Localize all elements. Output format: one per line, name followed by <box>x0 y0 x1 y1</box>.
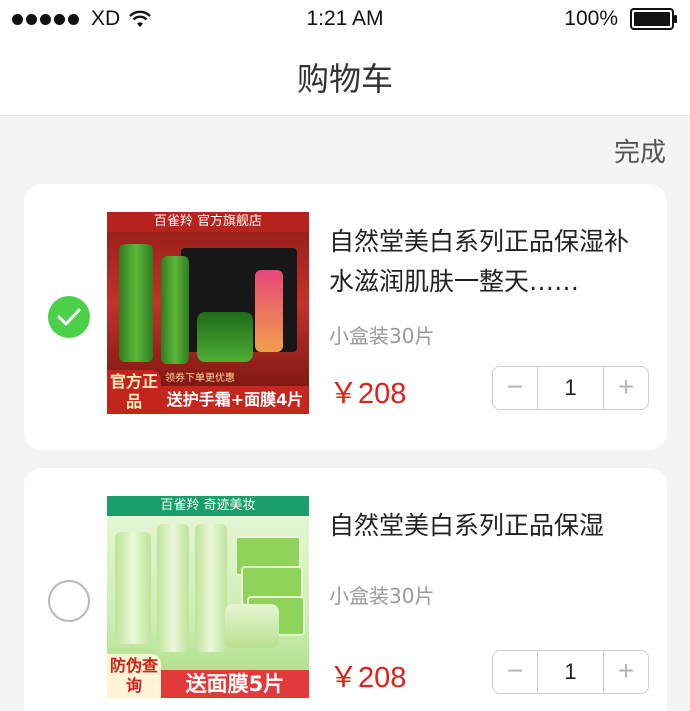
battery-percent: 100% <box>564 7 618 30</box>
increase-button[interactable]: + <box>604 651 648 693</box>
quantity-value[interactable]: 1 <box>537 367 604 409</box>
item-checkbox-checked[interactable] <box>48 296 90 338</box>
product-image[interactable]: 百雀羚 奇迹美妆 防伪查询 送面膜5片 <box>107 496 309 698</box>
bottle-graphic <box>161 256 189 364</box>
product-variant: 小盒装30片 <box>329 324 435 348</box>
store-banner: 百雀羚 官方旗舰店 <box>107 212 309 232</box>
promo-strip: 送面膜5片 <box>161 670 309 698</box>
navigation-bar: 购物车 <box>0 40 690 116</box>
battery-icon <box>630 8 677 30</box>
quantity-value[interactable]: 1 <box>537 651 604 693</box>
decrease-button[interactable]: − <box>493 651 537 693</box>
bottle-graphic <box>195 524 227 652</box>
product-price: ￥208 <box>329 378 407 410</box>
quantity-stepper: − 1 + <box>492 650 649 694</box>
checkmark-icon <box>57 308 81 326</box>
bottle-graphic <box>119 244 153 362</box>
anti-counterfeit-badge: 防伪查询 <box>107 654 161 698</box>
promo-strip: 送护手霜+面膜4片 <box>161 386 309 414</box>
product-variant: 小盒装30片 <box>329 584 435 608</box>
status-bar: XD 1:21 AM 100% <box>0 0 690 40</box>
tube-graphic <box>255 270 283 352</box>
product-title[interactable]: 自然堂美白系列正品保湿 <box>329 506 649 546</box>
done-button[interactable]: 完成 <box>614 132 666 169</box>
cart-item: 百雀羚 奇迹美妆 防伪查询 送面膜5片 自然堂美白系列正品保湿 小盒装30片 ￥… <box>24 468 667 711</box>
decrease-button[interactable]: − <box>493 367 537 409</box>
authentic-badge: 官方正品 <box>107 370 161 414</box>
status-right: 100% <box>564 7 678 31</box>
increase-button[interactable]: + <box>604 367 648 409</box>
item-checkbox-unchecked[interactable] <box>48 580 90 622</box>
product-image[interactable]: 百雀羚 官方旗舰店 领券下单更优惠 官方正品 送护手霜+面膜4片 <box>107 212 309 414</box>
product-title[interactable]: 自然堂美白系列正品保湿补水滋润肌肤一整天…… <box>329 222 649 302</box>
bottle-graphic <box>157 524 189 652</box>
product-price: ￥208 <box>329 662 407 694</box>
jar-graphic <box>197 312 253 362</box>
cart-item: 百雀羚 官方旗舰店 领券下单更优惠 官方正品 送护手霜+面膜4片 自然堂美白系列… <box>24 184 667 450</box>
promo-note: 领券下单更优惠 <box>165 373 235 384</box>
page-title: 购物车 <box>296 60 393 98</box>
quantity-stepper: − 1 + <box>492 366 649 410</box>
tube-graphic <box>115 532 151 644</box>
store-banner: 百雀羚 奇迹美妆 <box>107 496 309 516</box>
jar-graphic <box>225 604 279 648</box>
